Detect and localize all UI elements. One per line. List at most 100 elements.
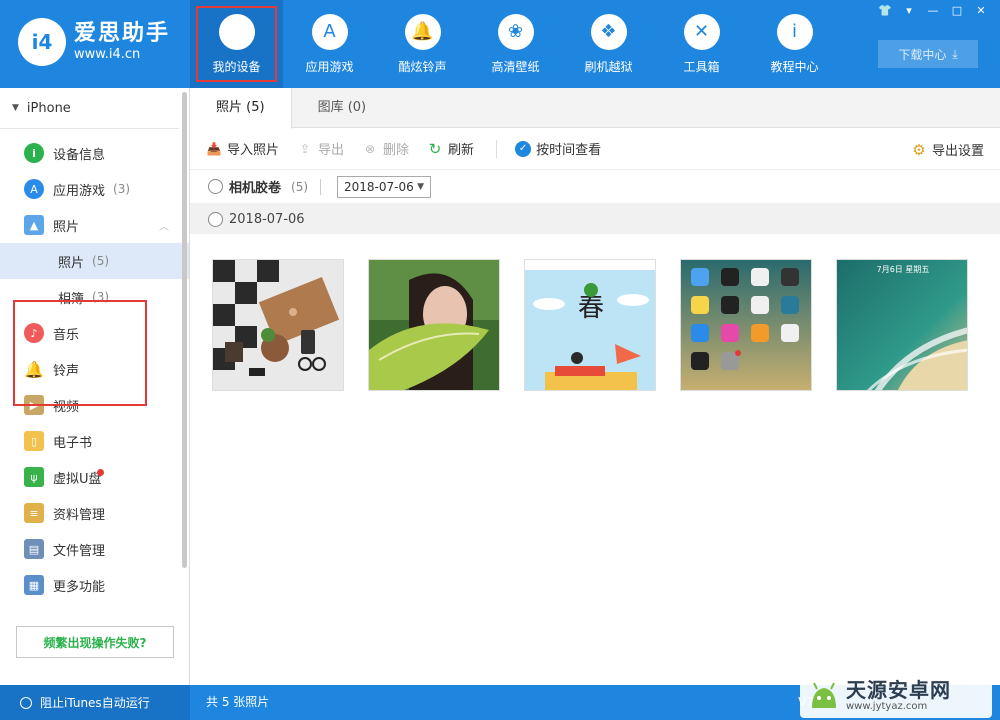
sidebar-item-label: 资料管理 [53,507,106,523]
help-button[interactable]: 频繁出现操作失败? [16,626,174,658]
nav-item-1[interactable]: A 应用游戏 [283,0,376,88]
date-group-header: 2018-07-06 [190,204,1000,234]
skin-icon[interactable]: 👕 [876,4,894,18]
nav-label: 教程中心 [770,59,819,74]
brand-url: www.i4.cn [74,47,141,62]
minimize-icon[interactable]: — [924,4,942,18]
export-label: 导出 [318,143,345,158]
sidebar-item-2[interactable]: ▲ 照片 ︿ [0,207,189,243]
download-center-button[interactable]: 下载中心 ⤓ [878,40,978,68]
photo-grid: 春 7月6日 星期五 [190,234,1000,391]
radio-icon [20,696,32,709]
nav-label: 酷炫铃声 [398,59,447,74]
sidebar-item-4[interactable]: 相簿 (3) [0,279,189,315]
sidebar-item-count: (3) [92,290,110,304]
file-icon: ▤ [24,539,44,559]
sidebar-item-0[interactable]: i 设备信息 [0,135,189,171]
sidebar-scrollbar[interactable] [182,92,187,568]
sidebar-item-label: 照片 [58,255,85,271]
sidebar-item-7[interactable]: ▶ 视频 [0,387,189,423]
video-icon: ▶ [24,395,44,415]
sidebar-item-count: (3) [113,182,131,196]
tab-0[interactable]: 照片 (5) [190,88,292,129]
camera-roll-label: 相机胶卷 [229,181,282,196]
sidebar-item-8[interactable]: ▯ 电子书 [0,423,189,459]
close-icon[interactable]: ✕ [972,4,990,18]
sidebar-item-9[interactable]: ψ 虚拟U盘 [0,459,189,495]
maximize-icon[interactable]: □ [948,4,966,18]
date-dropdown-value: 2018-07-06 [344,179,414,194]
photo-thumbnail[interactable]: 7月6日 星期五 [836,259,968,391]
more-icon: ▦ [24,575,44,595]
box-icon: ❖ [590,13,627,50]
date-group-radio[interactable] [208,211,223,227]
sidebar-item-1[interactable]: A 应用游戏 (3) [0,171,189,207]
sidebar-item-5[interactable]: ♪ 音乐 [0,315,189,351]
watermark: 天源安卓网 www.jytyaz.com [800,674,992,718]
sidebar-item-6[interactable]: 🔔 铃声 [0,351,189,387]
photo-thumbnail[interactable] [680,259,812,391]
date-dropdown[interactable]: 2018-07-06 ▼ [337,175,432,198]
export-settings-button[interactable]: ⚙ 导出设置 [911,140,984,160]
filter-divider [320,178,322,195]
device-selector[interactable]: ▼ iPhone [0,88,189,128]
export-settings-label: 导出设置 [931,144,984,159]
photo-thumbnail[interactable] [212,259,344,391]
chevron-up-icon[interactable]: ︿ [159,218,169,233]
sidebar-item-label: 铃声 [53,363,80,379]
refresh-icon: ↻ [428,139,442,158]
photo-thumbnail[interactable] [368,259,500,391]
app-store-icon: A [311,13,348,50]
sidebar-item-label: 视频 [53,399,80,415]
sidebar-item-label: 虚拟U盘 [53,471,102,487]
music-icon: ♪ [24,323,44,343]
nav-item-4[interactable]: ❖ 刷机越狱 [562,0,655,88]
sidebar-item-label: 设备信息 [53,147,106,163]
top-header: i4 爱思助手 www.i4.cn 我的设备 A 应用游戏 🔔 酷炫铃声 ❀ 高清壁纸 ❖ 刷机… [0,0,1000,88]
photo-thumbnail[interactable]: 春 [524,259,656,391]
sidebar-item-11[interactable]: ▤ 文件管理 [0,531,189,567]
bell-icon: 🔔 [24,359,44,379]
gear-icon: ⚙ [912,140,926,159]
nav-item-6[interactable]: i 教程中心 [748,0,841,88]
nav-item-2[interactable]: 🔔 酷炫铃声 [376,0,469,88]
sidebar-list: i 设备信息 A 应用游戏 (3) ▲ 照片 ︿ 照片 (5) 相簿 (3) ♪ 音乐 🔔 铃声 ▶ 视频 ▯ 电子书… [0,129,189,603]
download-center-label: 下载中心 [898,47,947,62]
bell-icon: 🔔 [404,13,441,50]
camera-roll-count: (5) [291,179,309,194]
udisk-icon: ψ [24,467,44,487]
spring-illustration-image: 春 [525,260,655,390]
sidebar-item-12[interactable]: ▦ 更多功能 [0,567,189,603]
nav-item-0[interactable]: 我的设备 [190,0,283,88]
export-button[interactable]: ⇪ 导出 [297,139,345,159]
block-itunes-toggle[interactable]: 阻止iTunes自动运行 [0,685,190,720]
photo-icon: ▲ [24,215,44,235]
watermark-name: 天源安卓网 [846,678,951,702]
nav-item-5[interactable]: ✕ 工具箱 [655,0,748,88]
nav-label: 应用游戏 [305,59,354,74]
sidebar-item-label: 相簿 [58,291,85,307]
nav-item-3[interactable]: ❀ 高清壁纸 [469,0,562,88]
camera-roll-radio[interactable] [208,179,223,194]
notification-dot [97,469,104,476]
sidebar-item-3[interactable]: 照片 (5) [0,243,189,279]
main-nav: 我的设备 A 应用游戏 🔔 酷炫铃声 ❀ 高清壁纸 ❖ 刷机越狱 ✕ 工具箱 i 教程中心 [190,0,841,88]
refresh-button[interactable]: ↻ 刷新 [427,139,474,159]
sidebar-item-10[interactable]: ≡ 资料管理 [0,495,189,531]
date-group-label: 2018-07-06 [229,211,305,227]
data-icon: ≡ [24,503,44,523]
view-by-time-toggle[interactable]: ✓ 按时间查看 [515,139,601,158]
tools-icon: ✕ [683,13,720,50]
lock-screen-date: 7月6日 星期五 [877,265,930,274]
tab-1[interactable]: 图库 (0) [292,88,393,128]
sidebar: ▼ iPhone i 设备信息 A 应用游戏 (3) ▲ 照片 ︿ 照片 (5) 相簿 (3) ♪ 音乐 🔔… [0,88,190,685]
sidebar-item-label: 音乐 [53,327,80,343]
menu-icon[interactable]: ▾ [900,4,918,18]
delete-button[interactable]: ⊗ 删除 [362,139,409,159]
filter-row: 相机胶卷 (5) 2018-07-06 ▼ [190,170,1000,204]
sidebar-item-count: (5) [92,254,110,268]
import-photos-button[interactable]: 📥 导入照片 [206,139,280,159]
sidebar-item-label: 照片 [53,219,80,235]
i4-logo-icon: i4 [18,18,66,66]
info-icon: i [776,13,813,50]
